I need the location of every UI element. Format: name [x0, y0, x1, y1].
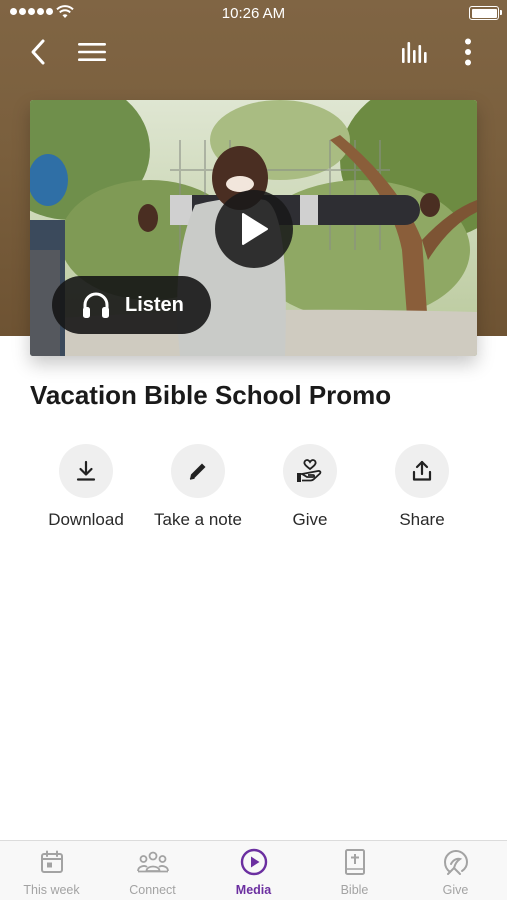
tab-give[interactable]: Give — [405, 847, 506, 899]
more-options-button[interactable] — [452, 32, 484, 72]
tab-this-week-label: This week — [23, 883, 80, 897]
status-bar: 10:26 AM — [0, 0, 507, 28]
give-icon — [443, 850, 468, 875]
people-icon — [136, 851, 169, 873]
action-row: Download Take a note Give Share — [0, 444, 507, 544]
tab-connect[interactable]: Connect — [102, 847, 203, 899]
give-action-button[interactable]: Give — [254, 444, 366, 540]
audio-button[interactable] — [396, 32, 436, 72]
tab-this-week[interactable]: This week — [1, 847, 102, 899]
download-button[interactable]: Download — [30, 444, 142, 540]
play-button[interactable] — [215, 190, 293, 268]
audio-bars-icon — [402, 42, 427, 63]
listen-button[interactable]: Listen — [52, 276, 211, 334]
headphones-icon — [80, 289, 112, 321]
share-button[interactable]: Share — [366, 444, 478, 540]
tab-media[interactable]: Media — [203, 847, 304, 899]
download-icon — [76, 460, 96, 481]
vertical-dots-icon — [465, 38, 471, 66]
battery-icon — [469, 6, 502, 20]
heart-hand-icon — [297, 459, 322, 482]
bottom-tab-bar: This week Connect Media Bible Give — [0, 840, 507, 900]
media-title: Vacation Bible School Promo — [30, 380, 392, 410]
pencil-icon — [189, 463, 206, 480]
hamburger-menu-icon — [78, 43, 106, 61]
play-circle-icon — [240, 848, 267, 876]
tab-bible-label: Bible — [340, 883, 369, 897]
take-a-note-button[interactable]: Take a note — [142, 444, 254, 540]
calendar-icon — [40, 850, 63, 873]
media-thumbnail[interactable]: Listen — [30, 100, 477, 356]
play-icon — [242, 213, 268, 245]
share-label: Share — [399, 510, 445, 529]
chevron-left-icon — [31, 39, 45, 65]
tab-connect-label: Connect — [129, 883, 176, 897]
tab-give-label: Give — [442, 883, 469, 897]
give-action-label: Give — [292, 510, 328, 529]
listen-label: Listen — [125, 293, 184, 316]
menu-button[interactable] — [72, 32, 112, 72]
status-time: 10:26 AM — [221, 5, 286, 22]
tab-media-label: Media — [235, 883, 272, 897]
take-a-note-label: Take a note — [154, 510, 242, 529]
download-label: Download — [48, 510, 124, 529]
share-icon — [412, 460, 432, 481]
tab-bible[interactable]: Bible — [304, 847, 405, 899]
back-button[interactable] — [22, 32, 54, 72]
bible-icon — [344, 849, 365, 875]
